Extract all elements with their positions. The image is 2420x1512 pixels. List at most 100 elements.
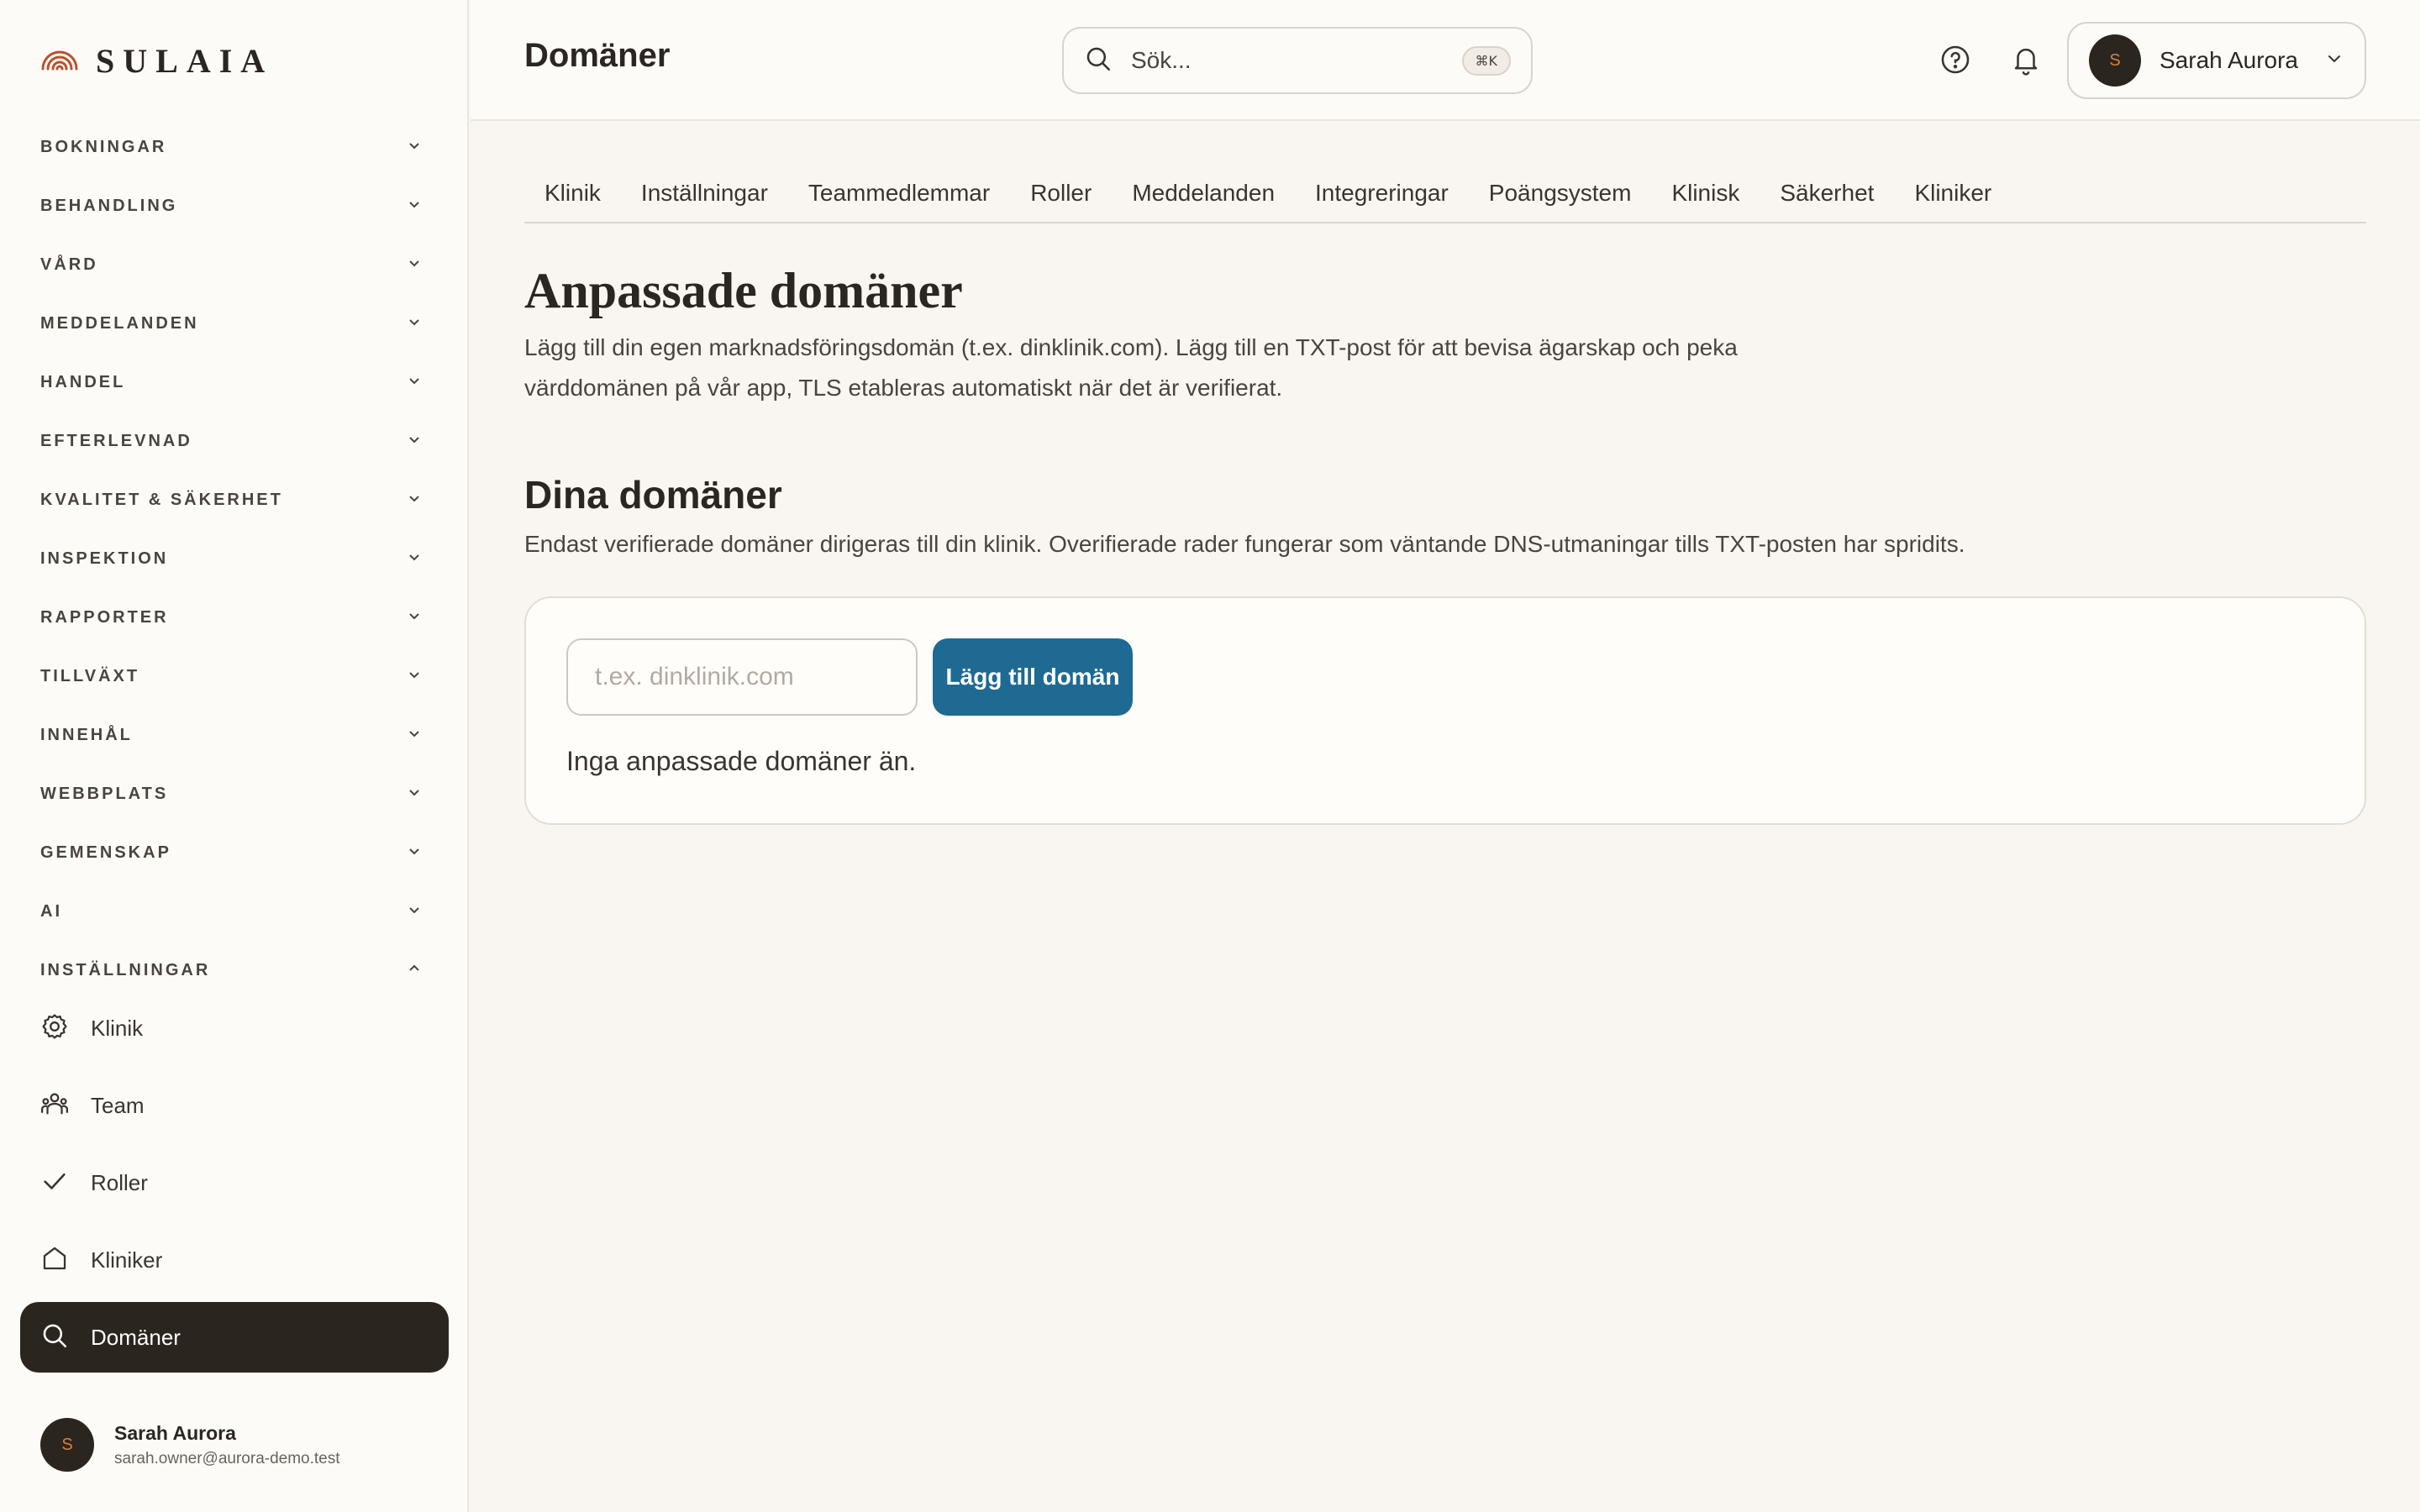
sidebar-item-label: Klinik [91,1015,144,1041]
tab-teammedlemmar[interactable]: Teammedlemmar [788,168,1010,222]
avatar: S [2089,34,2141,87]
sidebar-item-domaner[interactable]: Domäner [20,1302,449,1373]
tab-klinik[interactable]: Klinik [524,168,621,222]
tab-roller[interactable]: Roller [1010,168,1112,222]
nav-group-label: WEBBPLATS [40,784,169,803]
chevron-down-icon [407,608,422,627]
nav-group-label: RAPPORTER [40,607,169,627]
nav-group-kvalitet-sakerhet[interactable]: KVALITET & SÄKERHET [0,470,467,529]
chevron-down-icon [407,138,422,157]
nav-group-label: MEDDELANDEN [40,313,199,333]
sidebar-item-team[interactable]: Team [20,1070,449,1141]
sidebar-item-label: Domäner [91,1324,181,1350]
chevron-down-icon [407,667,422,686]
nav-group-rapporter[interactable]: RAPPORTER [0,588,467,647]
nav-group-label: HANDEL [40,372,126,391]
domains-heading: Dina domäner [524,473,782,517]
chevron-down-icon [407,902,422,921]
nav-group-gemenskap[interactable]: GEMENSKAP [0,823,467,882]
sidebar-item-label: Team [91,1092,145,1118]
nav-group-label: TILLVÄXT [40,666,140,685]
sidebar: SULAIA BOKNINGAR BEHANDLING VÅRD MEDDELA… [0,0,469,1512]
tab-meddelanden[interactable]: Meddelanden [1112,168,1295,222]
gear-icon [40,1012,69,1045]
nav-group-webbplats[interactable]: WEBBPLATS [0,764,467,823]
nav-group-label: AI [40,901,62,921]
chevron-down-icon [407,785,422,804]
search-icon [1084,45,1113,77]
sidebar-item-roller[interactable]: Roller [20,1147,449,1218]
domains-description: Endast verifierade domäner dirigeras til… [524,531,1965,557]
sidebar-item-kliniker[interactable]: Kliniker [20,1225,449,1295]
nav-group-behandling[interactable]: BEHANDLING [0,176,467,235]
search-icon [40,1321,69,1354]
nav-groups: BOKNINGAR BEHANDLING VÅRD MEDDELANDEN HA… [0,118,467,1000]
chevron-down-icon [407,373,422,392]
nav-group-meddelanden[interactable]: MEDDELANDEN [0,294,467,353]
chevron-down-icon [407,491,422,510]
team-icon [40,1089,69,1122]
nav-group-label: VÅRD [40,255,98,274]
brand-logo[interactable]: SULAIA [40,41,274,80]
chevron-down-icon [407,314,422,333]
check-icon [40,1167,69,1200]
search-box[interactable]: ⌘K [1062,27,1533,94]
tab-integreringar[interactable]: Integreringar [1295,168,1469,222]
user-menu-name: Sarah Aurora [2160,47,2298,73]
page-title: Domäner [524,37,671,74]
settings-nav-items: Klinik Team Roller Kliniker Domäner [20,993,449,1379]
rainbow-logo-icon [40,46,79,76]
section-description: Lägg till din egen marknadsföringsdomän … [524,334,1738,401]
search-input[interactable] [1131,47,1462,74]
brand-name: SULAIA [96,41,274,80]
chevron-down-icon [407,843,422,863]
tab-klinisk[interactable]: Klinisk [1651,168,1760,222]
help-icon[interactable] [1939,44,1971,76]
home-icon [40,1244,69,1277]
tab-kliniker[interactable]: Kliniker [1894,168,2012,222]
nav-group-efterlevnad[interactable]: EFTERLEVNAD [0,412,467,470]
sidebar-item-klinik[interactable]: Klinik [20,993,449,1063]
nav-group-inspektion[interactable]: INSPEKTION [0,529,467,588]
nav-group-handel[interactable]: HANDEL [0,353,467,412]
user-email: sarah.owner@aurora-demo.test [114,1449,340,1467]
keyboard-shortcut-badge: ⌘K [1461,45,1511,76]
tab-installningar[interactable]: Inställningar [621,168,788,222]
domains-card: Lägg till domän Inga anpassade domäner ä… [524,596,2366,825]
nav-group-label: EFTERLEVNAD [40,431,192,450]
tab-sakerhet[interactable]: Säkerhet [1760,168,1894,222]
nav-group-label: INSPEKTION [40,549,169,568]
nav-group-label: INNEHÅL [40,725,133,744]
sidebar-item-label: Kliniker [91,1247,163,1273]
sidebar-user[interactable]: S Sarah Aurora sarah.owner@aurora-demo.t… [40,1418,340,1472]
sidebar-user-info: Sarah Aurora sarah.owner@aurora-demo.tes… [114,1422,340,1468]
chevron-up-icon [407,961,422,980]
chevron-down-icon [407,432,422,451]
nav-group-label: GEMENSKAP [40,843,171,862]
chevron-down-icon [407,726,422,745]
chevron-down-icon [407,255,422,275]
nav-group-label: BOKNINGAR [40,137,167,156]
nav-group-vard[interactable]: VÅRD [0,235,467,294]
section-title: Anpassade domäner [524,263,963,318]
add-domain-button[interactable]: Lägg till domän [933,638,1133,716]
sidebar-item-label: Roller [91,1169,148,1195]
settings-tabs: Klinik Inställningar Teammedlemmar Rolle… [524,168,2366,223]
nav-group-tillvaxt[interactable]: TILLVÄXT [0,647,467,706]
nav-group-innehal[interactable]: INNEHÅL [0,706,467,764]
nav-group-label: KVALITET & SÄKERHET [40,490,283,509]
user-menu-button[interactable]: S Sarah Aurora [2067,22,2366,99]
domain-input[interactable] [566,638,918,716]
nav-group-label: INSTÄLLNINGAR [40,960,211,979]
avatar: S [40,1418,94,1472]
nav-group-installningar[interactable]: INSTÄLLNINGAR [0,941,467,1000]
tab-poangsystem[interactable]: Poängsystem [1469,168,1652,222]
nav-group-bokningar[interactable]: BOKNINGAR [0,118,467,176]
user-name: Sarah Aurora [114,1421,236,1444]
nav-group-ai[interactable]: AI [0,882,467,941]
chevron-down-icon [407,549,422,569]
nav-group-label: BEHANDLING [40,196,178,215]
empty-state: Inga anpassade domäner än. [566,746,917,776]
bell-icon[interactable] [2010,44,2042,76]
chevron-down-icon [407,197,422,216]
